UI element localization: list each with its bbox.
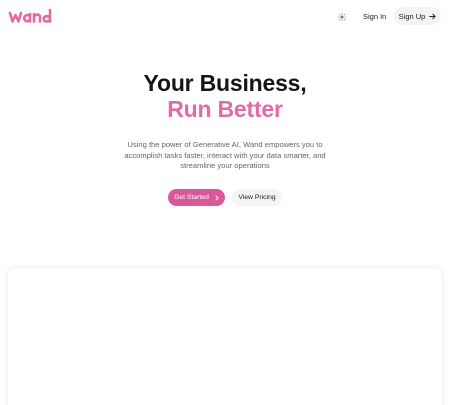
arrow-right-icon [429,13,436,19]
hero-title-line1: Your Business, [143,70,307,96]
brand-logo[interactable] [8,6,56,28]
hero-title-line2: Run Better [167,96,283,122]
view-pricing-button[interactable]: View Pricing [232,189,282,206]
hero-title: Your Business, Run Better [0,70,450,122]
get-started-button[interactable]: Get Started [168,189,225,206]
signin-label: Sign In [363,12,387,21]
theme-toggle-button[interactable] [336,11,348,23]
chevron-right-icon [215,195,219,200]
signup-button[interactable]: Sign Up [394,7,441,25]
hero-description: Using the power of Generative AI, Wand e… [124,140,326,170]
signup-label: Sign Up [398,11,426,21]
wand-logo-icon [8,8,52,23]
view-pricing-label: View Pricing [238,194,276,201]
sun-icon [338,13,346,21]
get-started-label: Get Started [174,194,209,201]
signin-button[interactable]: Sign In [356,8,393,25]
product-preview-panel [8,268,442,405]
